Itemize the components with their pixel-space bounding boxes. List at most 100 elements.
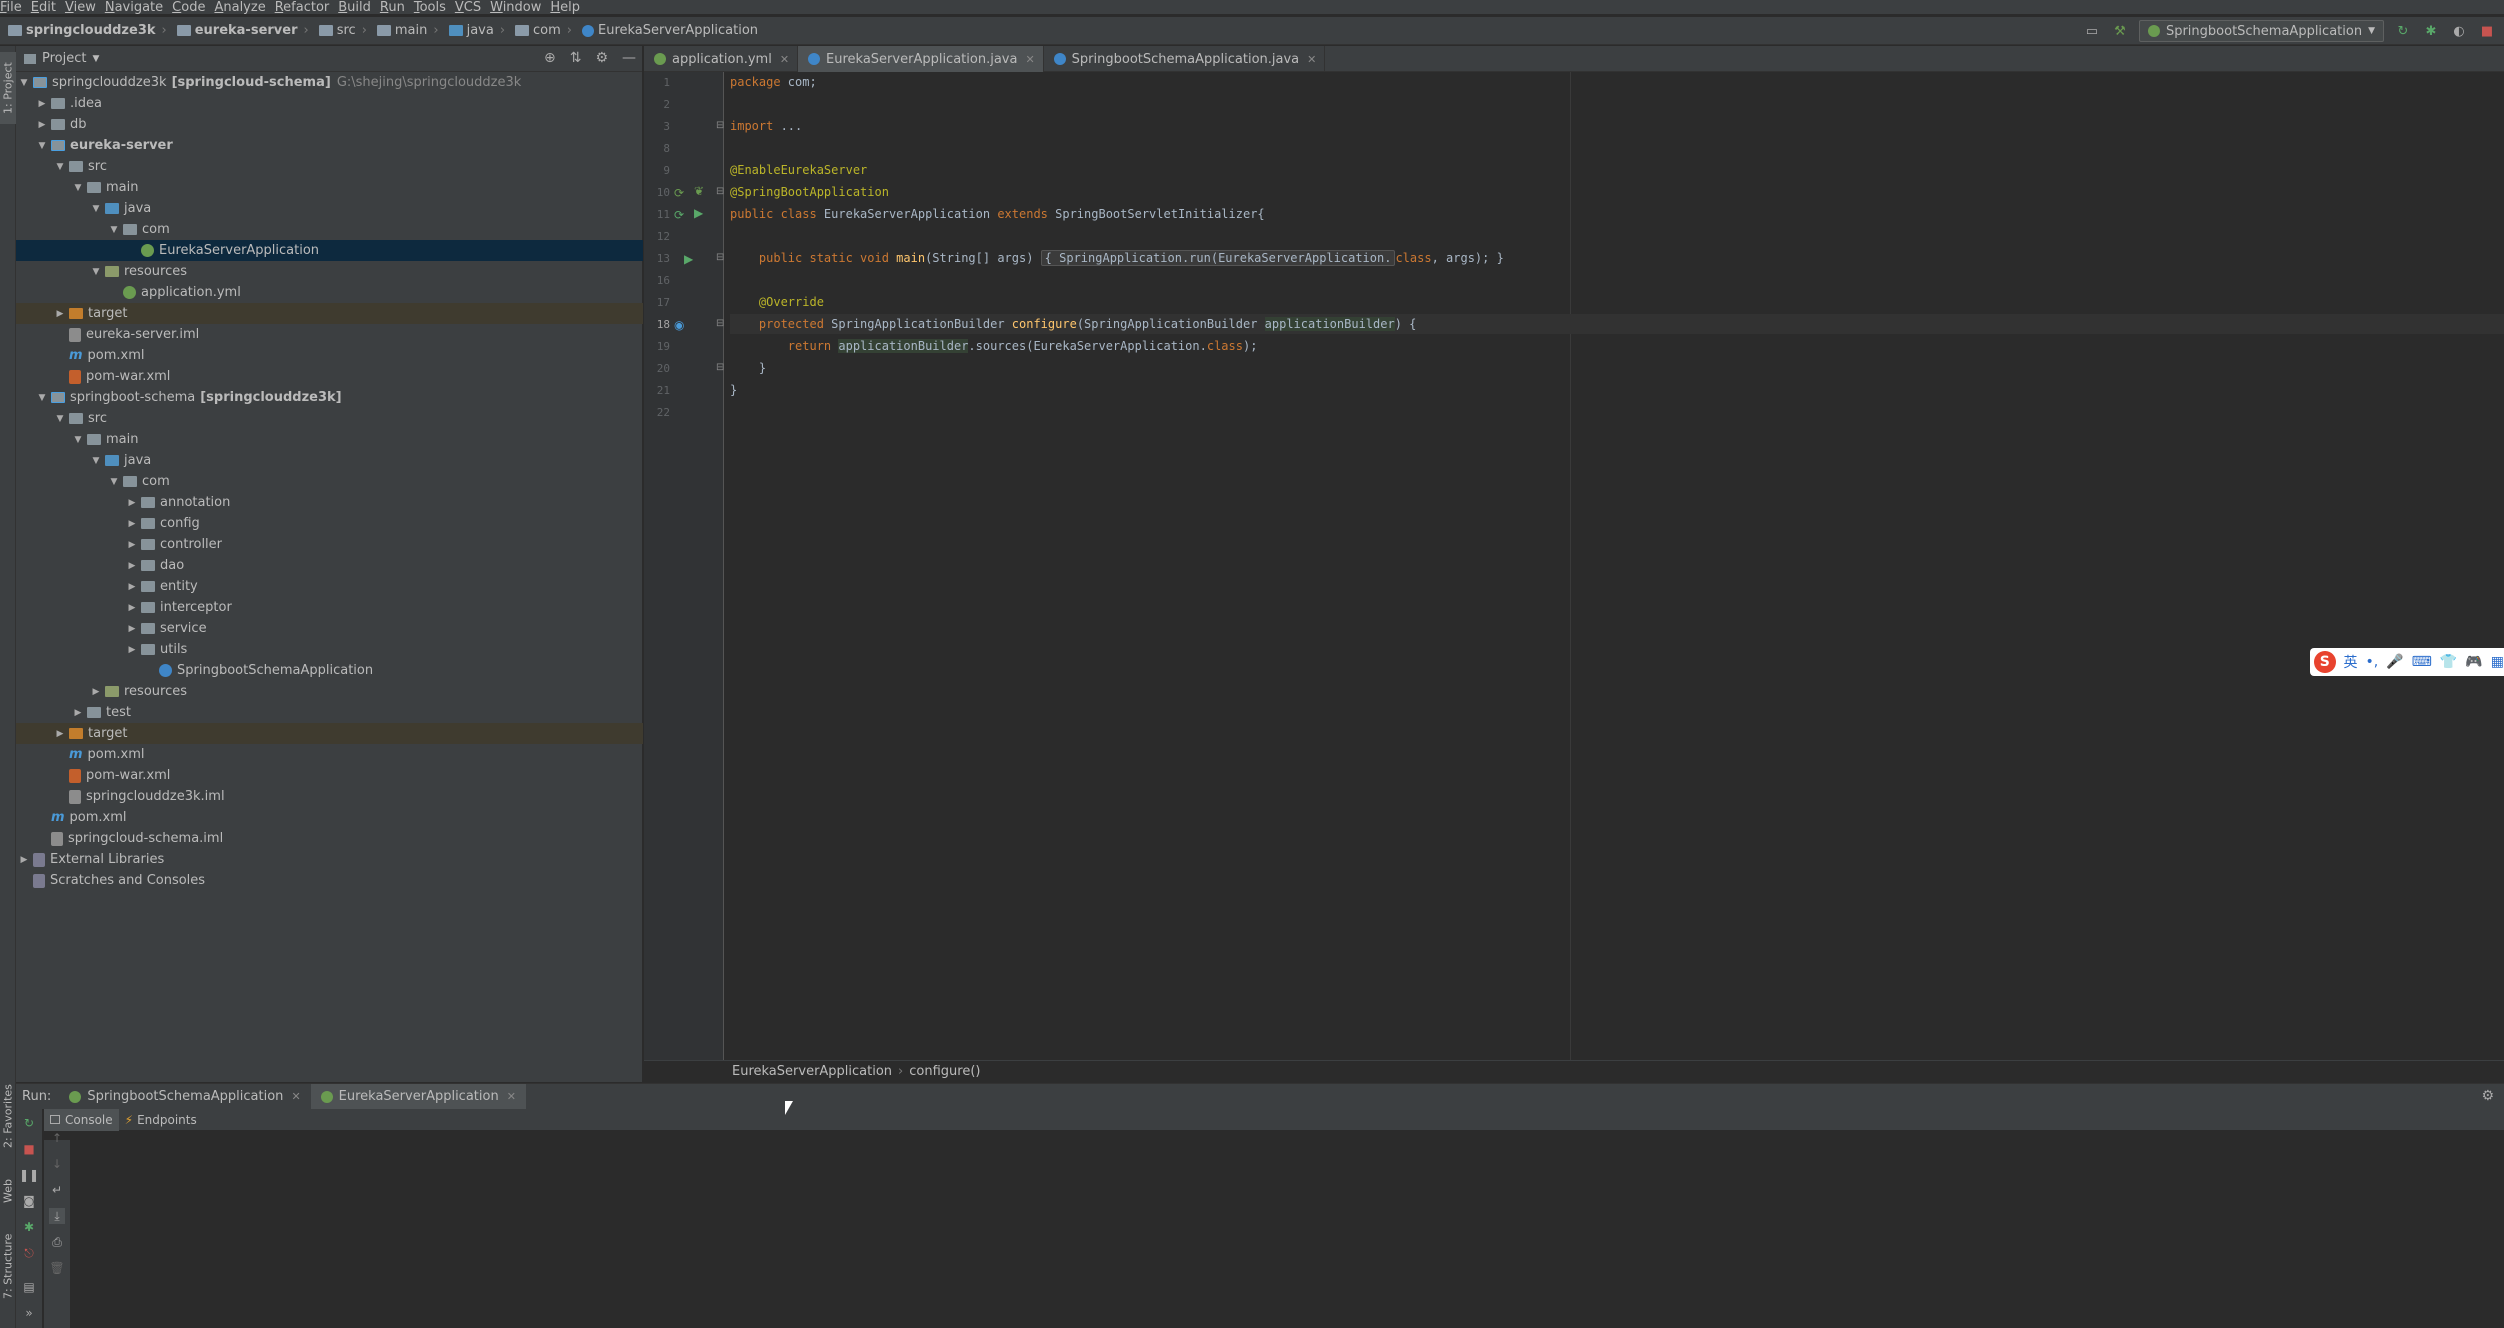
menu-code[interactable]: Code bbox=[172, 0, 214, 15]
tree-item-application-yml[interactable]: application.yml bbox=[16, 282, 643, 303]
minimize-icon[interactable]: — bbox=[622, 50, 636, 66]
menu-view[interactable]: View bbox=[65, 0, 105, 15]
tree-item-resources[interactable]: ▼ resources bbox=[16, 261, 643, 282]
ime-language-toggle[interactable]: 英 bbox=[2344, 652, 2358, 672]
project-view-select[interactable]: Project bbox=[42, 51, 86, 66]
breadcrumb-module[interactable]: eureka-server bbox=[173, 23, 298, 38]
menu-run[interactable]: Run bbox=[380, 0, 414, 15]
subtab-endpoints[interactable]: ⚡ Endpoints bbox=[119, 1109, 203, 1131]
fold-icon[interactable]: ⊟ bbox=[716, 120, 724, 131]
tree-item-eureka-server-iml[interactable]: eureka-server.iml bbox=[16, 324, 643, 345]
tree-item-service[interactable]: ▶ service bbox=[16, 618, 643, 639]
breadcrumb-com[interactable]: com bbox=[511, 23, 561, 38]
run-gutter-icon[interactable]: ▶ bbox=[684, 252, 693, 266]
editor-breadcrumb-class[interactable]: EurekaServerApplication bbox=[732, 1064, 892, 1079]
tree-item-db[interactable]: ▶ db bbox=[16, 114, 643, 135]
tree-item-springboot-schema[interactable]: ▼ springboot-schema [springclouddze3k] bbox=[16, 387, 643, 408]
debug-icon[interactable]: ✱ bbox=[21, 1219, 37, 1235]
tree-item-utils[interactable]: ▶ utils bbox=[16, 639, 643, 660]
tree-item-entity[interactable]: ▶ entity bbox=[16, 576, 643, 597]
fold-icon[interactable]: ⊟ bbox=[716, 362, 724, 373]
tree-item-springclouddze3k-iml[interactable]: springclouddze3k.iml bbox=[16, 786, 643, 807]
gear-icon[interactable]: ⚙ bbox=[595, 50, 608, 66]
menu-navigate[interactable]: Navigate bbox=[105, 0, 172, 15]
tree-item-springboot-schema-application[interactable]: SpringbootSchemaApplication bbox=[16, 660, 643, 681]
tree-item-eureka-server[interactable]: ▼ eureka-server bbox=[16, 135, 643, 156]
breadcrumb-project[interactable]: springclouddze3k bbox=[4, 23, 156, 38]
layout-icon[interactable]: ▤ bbox=[21, 1279, 37, 1295]
keyboard-icon[interactable]: ⌨ bbox=[2412, 654, 2432, 670]
locate-icon[interactable]: ⊕ bbox=[544, 50, 556, 66]
grid-icon[interactable]: ▦ bbox=[2491, 654, 2504, 670]
close-icon[interactable]: ✕ bbox=[1025, 53, 1034, 66]
exit-icon[interactable]: ⎋ bbox=[21, 1245, 37, 1261]
fold-icon[interactable]: ⊟ bbox=[716, 318, 724, 329]
collapse-all-icon[interactable]: ⇅ bbox=[570, 50, 582, 66]
trash-icon[interactable]: 🗑 bbox=[49, 1260, 65, 1276]
spring-bean-gutter-icon[interactable]: ⟳ bbox=[674, 208, 684, 222]
tree-item-root[interactable]: ▼ springclouddze3k [springcloud-schema] G:\… bbox=[16, 72, 643, 93]
ime-toolbar[interactable]: S 英 •, 🎤 ⌨ 👕 🎮 ▦ bbox=[2310, 648, 2504, 676]
print-icon[interactable]: ⎙ bbox=[49, 1234, 65, 1250]
arrow-up-icon[interactable]: ↑ bbox=[49, 1130, 65, 1146]
more-icon[interactable]: » bbox=[21, 1305, 37, 1321]
microphone-icon[interactable]: 🎤 bbox=[2386, 654, 2403, 670]
breadcrumb-class[interactable]: EurekaServerApplication bbox=[578, 23, 758, 38]
tree-item-idea[interactable]: ▶ .idea bbox=[16, 93, 643, 114]
skin-icon[interactable]: 👕 bbox=[2440, 654, 2457, 670]
tree-item-main[interactable]: ▼ main bbox=[16, 177, 643, 198]
close-icon[interactable]: ✕ bbox=[1307, 53, 1316, 66]
menu-tools[interactable]: Tools bbox=[414, 0, 455, 15]
fold-icon[interactable]: ⊟ bbox=[716, 186, 724, 197]
stop-icon[interactable]: ■ bbox=[2478, 22, 2496, 40]
tab-application-yml[interactable]: application.yml ✕ bbox=[644, 46, 799, 72]
rerun-icon[interactable]: ↻ bbox=[21, 1115, 37, 1131]
arrow-down-icon[interactable]: ↓ bbox=[49, 1156, 65, 1172]
scroll-to-end-icon[interactable]: ⤓ bbox=[49, 1208, 65, 1224]
breadcrumb-main[interactable]: main bbox=[373, 23, 427, 38]
breadcrumb-src[interactable]: src bbox=[315, 23, 356, 38]
rerun-icon[interactable]: ↻ bbox=[2394, 22, 2412, 40]
code-area[interactable]: package com; import ... @EnableEurekaSer… bbox=[730, 72, 2504, 1060]
stop-icon[interactable]: ■ bbox=[21, 1141, 37, 1157]
game-icon[interactable]: 🎮 bbox=[2465, 654, 2482, 670]
menu-build[interactable]: Build bbox=[338, 0, 380, 15]
close-icon[interactable]: ✕ bbox=[507, 1090, 516, 1103]
run-tab-springboot-schema[interactable]: SpringbootSchemaApplication ✕ bbox=[59, 1084, 310, 1110]
code-editor[interactable]: 1 2 3 8 9 10 11 12 13 16 17 18 19 20 21 … bbox=[644, 72, 2504, 1060]
soft-wrap-icon[interactable]: ↵ bbox=[49, 1182, 65, 1198]
menu-vcs[interactable]: VCS bbox=[455, 0, 490, 15]
spring-leaf-gutter-icon[interactable]: ❦ bbox=[694, 184, 704, 198]
run-configuration-select[interactable]: SpringbootSchemaApplication ▼ bbox=[2138, 20, 2384, 42]
tree-item-pom-war-xml[interactable]: pom-war.xml bbox=[16, 765, 643, 786]
tree-item-src[interactable]: ▼ src bbox=[16, 408, 643, 429]
tree-item-controller[interactable]: ▶ controller bbox=[16, 534, 643, 555]
close-icon[interactable]: ✕ bbox=[291, 1090, 300, 1103]
tree-item-test[interactable]: ▶ test bbox=[16, 702, 643, 723]
tree-item-dao[interactable]: ▶ dao bbox=[16, 555, 643, 576]
tree-item-scratches[interactable]: Scratches and Consoles bbox=[16, 870, 643, 891]
tree-item-resources[interactable]: ▶ resources bbox=[16, 681, 643, 702]
gear-icon[interactable]: ⚙ bbox=[2481, 1088, 2494, 1104]
camera-icon[interactable]: ◙ bbox=[21, 1193, 37, 1209]
pause-icon[interactable]: ❚❚ bbox=[19, 1167, 39, 1183]
debug-icon[interactable]: ✱ bbox=[2422, 22, 2440, 40]
tree-item-pom-xml[interactable]: m pom.xml bbox=[16, 807, 643, 828]
override-gutter-icon[interactable]: ◉ bbox=[674, 318, 684, 332]
menu-help[interactable]: Help bbox=[550, 0, 589, 15]
tab-springboot-schema-application[interactable]: SpringbootSchemaApplication.java ✕ bbox=[1044, 46, 1326, 72]
menu-file[interactable]: File bbox=[0, 0, 31, 15]
tab-eureka-server-application[interactable]: EurekaServerApplication.java ✕ bbox=[798, 46, 1044, 72]
punctuation-icon[interactable]: •, bbox=[2366, 654, 2379, 670]
menu-analyze[interactable]: Analyze bbox=[214, 0, 274, 15]
tree-item-external-libraries[interactable]: ▶ External Libraries bbox=[16, 849, 643, 870]
tree-item-pom-xml[interactable]: m pom.xml bbox=[16, 744, 643, 765]
layout-icon[interactable]: ▭ bbox=[2083, 22, 2101, 40]
tree-item-config[interactable]: ▶ config bbox=[16, 513, 643, 534]
tree-item-java[interactable]: ▼ java bbox=[16, 450, 643, 471]
tree-item-main[interactable]: ▼ main bbox=[16, 429, 643, 450]
tree-item-target[interactable]: ▶ target bbox=[16, 723, 643, 744]
tree-item-src[interactable]: ▼ src bbox=[16, 156, 643, 177]
menu-edit[interactable]: Edit bbox=[31, 0, 65, 15]
tool-tab-project[interactable]: 1: Project bbox=[0, 52, 16, 124]
